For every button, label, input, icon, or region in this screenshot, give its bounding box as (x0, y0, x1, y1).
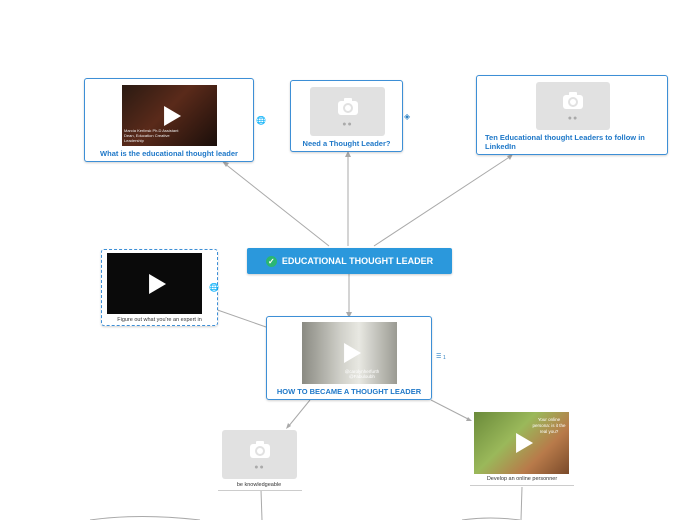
node-need-thought-leader[interactable]: ●● Need a Thought Leader? (290, 80, 403, 152)
node-what-is-thought-leader[interactable]: Marcia Kerlinsk Ph.D Assistant Dean, Edu… (84, 78, 254, 162)
node-label-knowledgeable[interactable]: be knowledgeable (214, 482, 304, 489)
node-label-online[interactable]: Develop an online personner (466, 476, 578, 483)
node-label: HOW TO BECAME A THOUGHT LEADER (276, 387, 422, 396)
image-placeholder: ●● (536, 82, 610, 130)
connector-how-to-online (430, 399, 471, 421)
dots-icon: ●● (567, 115, 579, 122)
node-label: What is the educational thought leader (100, 149, 238, 158)
play-icon[interactable] (163, 105, 181, 126)
image-placeholder: ●● (310, 87, 385, 136)
play-icon[interactable] (343, 343, 361, 363)
video-thumbnail[interactable]: Marcia Kerlinsk Ph.D Assistant Dean, Edu… (122, 85, 217, 146)
image-placeholder-knowledgeable[interactable]: ●● (222, 430, 297, 479)
connector-root-what-is (223, 162, 330, 247)
list-count: 1 (443, 355, 446, 361)
connector-how-to-knowledgeable (287, 399, 311, 428)
node-ten-thought-leaders[interactable]: ●● Ten Educational thought Leaders to fo… (476, 75, 668, 155)
connector-curve-left (89, 516, 201, 520)
play-icon[interactable] (515, 433, 533, 453)
connector-knowledgeable-down (260, 489, 263, 520)
video-thumbnail[interactable]: @carolynherfurth @Fabuloubh (302, 322, 397, 384)
connector-root-ten (373, 155, 512, 247)
dots-icon: ●● (254, 464, 265, 471)
node-label: Need a Thought Leader? (302, 139, 391, 148)
node-underline (470, 485, 574, 486)
root-label: EDUCATIONAL THOUGHT LEADER (281, 256, 434, 266)
dots-icon: ●● (342, 121, 353, 128)
camera-icon (249, 440, 270, 458)
connector-online-down (520, 486, 523, 520)
node-label: Figure out what you're an expert in (117, 317, 202, 323)
play-icon[interactable] (148, 273, 166, 294)
node-underline (218, 490, 302, 491)
globe-icon[interactable]: 🌐 (209, 284, 219, 292)
globe-icon[interactable]: 🌐 (256, 117, 266, 125)
list-icon[interactable]: ☰ (436, 353, 441, 361)
node-figure-out-expertise[interactable]: Figure out what you're an expert in (101, 249, 218, 326)
root-node[interactable]: ✓ EDUCATIONAL THOUGHT LEADER (247, 248, 452, 274)
camera-icon (337, 97, 358, 115)
video-caption: Your online persona: is it the real you? (532, 417, 566, 434)
node-label: Ten Educational thought Leaders to follo… (485, 133, 645, 151)
video-caption: Marcia Kerlinsk Ph.D Assistant Dean, Edu… (124, 128, 179, 143)
check-circle-icon: ✓ (265, 255, 277, 267)
video-caption: @carolynherfurth @Fabuloubh (344, 369, 380, 379)
diamond-icon[interactable]: ◈ (404, 113, 410, 121)
node-how-to-become[interactable]: @carolynherfurth @Fabuloubh HOW TO BECAM… (266, 316, 432, 400)
video-thumbnail-online[interactable]: Your online persona: is it the real you? (474, 412, 569, 474)
arrowhead-online (466, 417, 472, 421)
camera-icon (563, 92, 583, 110)
video-thumbnail[interactable] (107, 253, 202, 314)
